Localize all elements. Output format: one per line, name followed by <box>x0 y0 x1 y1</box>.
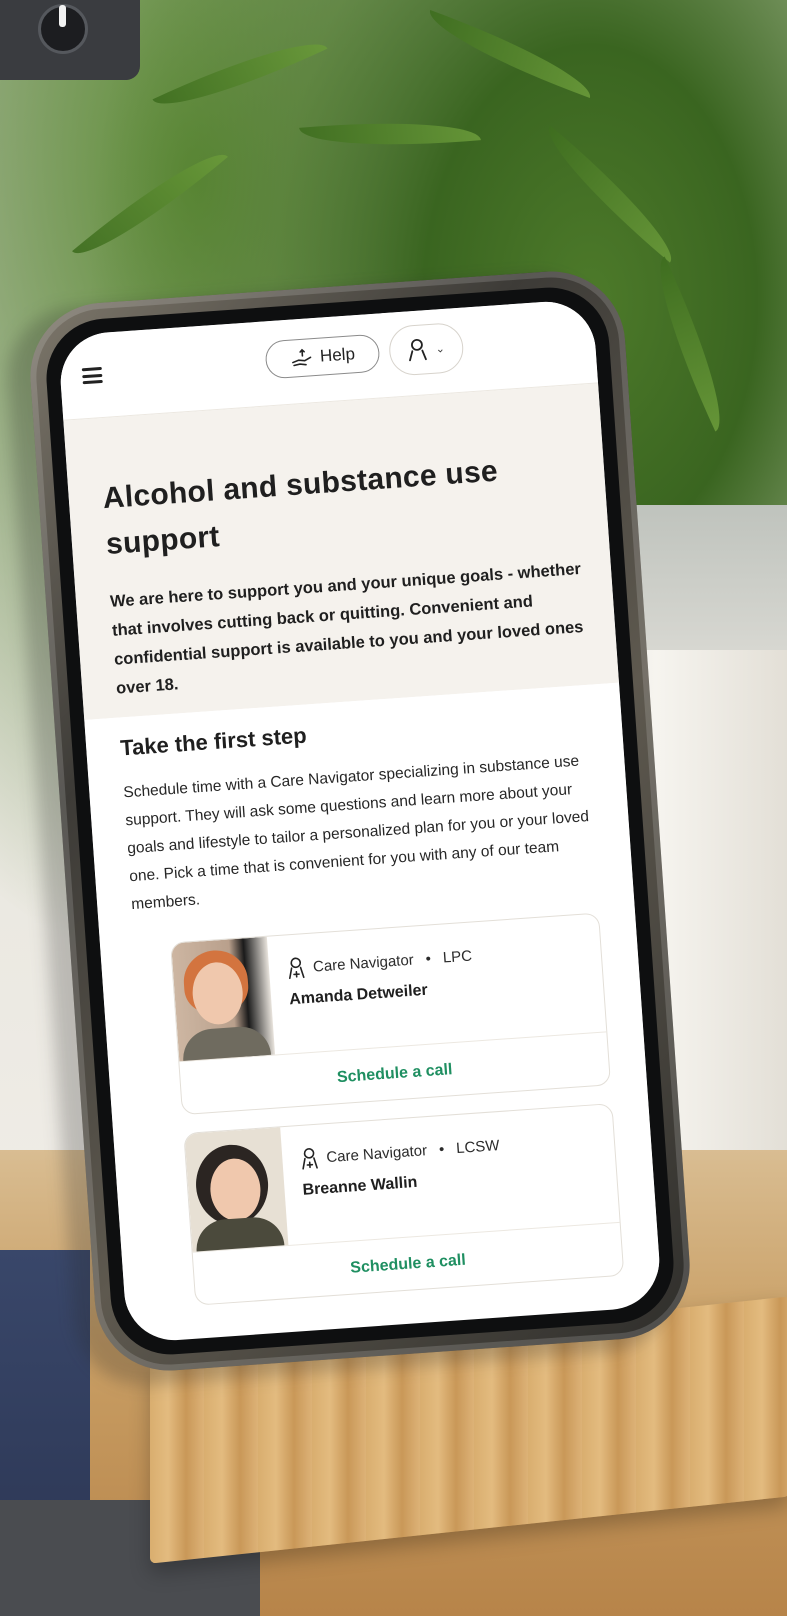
device-knob <box>38 4 88 54</box>
navigator-role-line: Care Navigator • LPC <box>286 945 473 980</box>
phone-bezel: Help ⌄ Alcohol and substance use support… <box>42 283 678 1359</box>
page-title: Alcohol and substance use support <box>101 454 499 561</box>
navigator-info: Care Navigator • LPC Amanda Detweiler <box>267 923 478 1055</box>
navigator-role: Care Navigator <box>325 1141 428 1166</box>
section-body: Schedule time with a Care Navigator spec… <box>122 752 590 914</box>
navigator-photo <box>171 936 276 1062</box>
first-step-section: Take the first step Schedule time with a… <box>84 682 661 1311</box>
navigator-info: Care Navigator • LCSW Breanne Wallin <box>280 1112 505 1245</box>
separator-dot: • <box>438 1140 445 1158</box>
phone-screen: Help ⌄ Alcohol and substance use support… <box>57 298 663 1344</box>
hero-description: We are here to support you and your uniq… <box>109 560 584 698</box>
navigator-card: Care Navigator • LCSW Breanne Wallin Sch… <box>183 1103 625 1306</box>
hero-section: Alcohol and substance use support We are… <box>63 383 619 720</box>
navigator-name: Breanne Wallin <box>302 1173 418 1199</box>
photo-shoulders <box>194 1215 285 1252</box>
photo-shoulders <box>181 1024 272 1061</box>
navigator-photo <box>184 1127 289 1252</box>
account-menu-button[interactable]: ⌄ <box>387 321 465 377</box>
speaker-device <box>0 0 140 80</box>
care-navigator-icon <box>302 1148 318 1170</box>
navigator-role-line: Care Navigator • LCSW <box>300 1134 501 1170</box>
chevron-down-icon: ⌄ <box>435 342 446 356</box>
navigator-credential: LPC <box>442 947 473 967</box>
menu-icon[interactable] <box>81 366 103 385</box>
navigator-role: Care Navigator <box>312 951 415 976</box>
separator-dot: • <box>425 949 432 968</box>
navigator-name: Amanda Detweiler <box>288 981 429 1009</box>
help-button[interactable]: Help <box>264 333 381 380</box>
help-button-label: Help <box>319 344 356 366</box>
navigator-card: Care Navigator • LPC Amanda Detweiler Sc… <box>170 912 612 1116</box>
care-navigator-icon <box>289 957 305 980</box>
navigator-credential: LCSW <box>455 1136 501 1157</box>
person-icon <box>409 338 428 362</box>
helping-hand-icon <box>291 348 311 367</box>
phone-case: Help ⌄ Alcohol and substance use support… <box>25 266 695 1376</box>
